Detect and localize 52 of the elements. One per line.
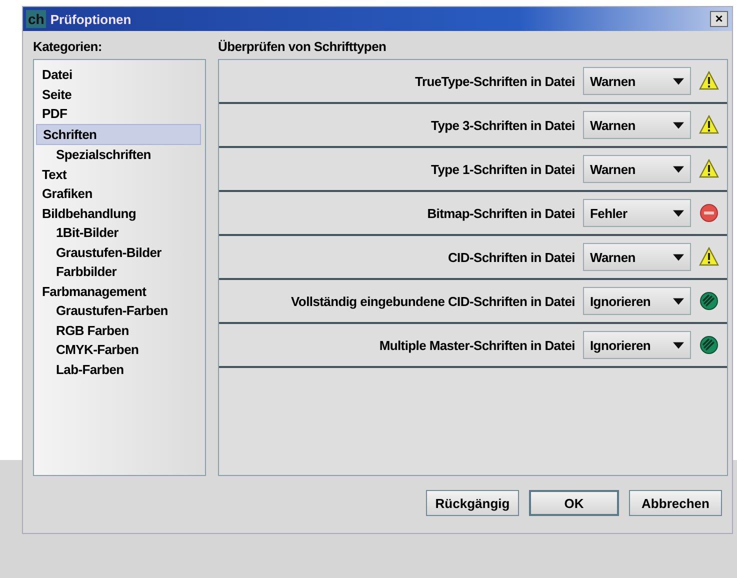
tree-item[interactable]: Lab-Farben bbox=[36, 360, 201, 379]
tree-item[interactable]: Spezialschriften bbox=[36, 145, 201, 164]
tree-item[interactable]: Farbmanagement bbox=[36, 282, 201, 301]
tree-item[interactable]: Graustufen-Farben bbox=[36, 301, 201, 320]
warning-icon bbox=[699, 159, 719, 179]
caret-icon bbox=[673, 78, 684, 84]
caret-icon bbox=[673, 254, 684, 260]
tree-item[interactable]: Schriften bbox=[36, 124, 201, 145]
option-label: Type 1-Schriften in Datei bbox=[431, 162, 575, 176]
tree-item[interactable]: 1Bit-Bilder bbox=[36, 223, 201, 242]
warning-icon bbox=[699, 71, 719, 91]
option-label: Multiple Master-Schriften in Datei bbox=[379, 338, 575, 352]
tree-item[interactable]: CMYK-Farben bbox=[36, 340, 201, 360]
tree-item[interactable]: Text bbox=[36, 164, 201, 184]
warning-icon bbox=[699, 247, 719, 267]
option-label: Bitmap-Schriften in Datei bbox=[427, 206, 575, 220]
caret-icon bbox=[673, 122, 684, 128]
warning-icon bbox=[699, 115, 719, 135]
option-label: CID-Schriften in Datei bbox=[448, 250, 575, 264]
tree-item[interactable]: Grafiken bbox=[36, 184, 201, 204]
sidebar-heading: Kategorien: bbox=[33, 38, 103, 56]
caret-icon bbox=[673, 342, 684, 348]
dropdown[interactable]: Ignorieren bbox=[583, 331, 691, 359]
panel-heading: Überprüfen von Schrifttypen bbox=[218, 38, 388, 56]
close-button[interactable]: × bbox=[710, 11, 728, 27]
caret-icon bbox=[673, 298, 684, 304]
dropdown[interactable]: Warnen bbox=[583, 111, 691, 139]
dialog-button[interactable]: Abbrechen bbox=[629, 490, 722, 516]
dropdown[interactable]: Fehler bbox=[583, 199, 691, 227]
option-label: Vollständig eingebundene CID-Schriften in Datei bbox=[291, 294, 575, 308]
dropdown[interactable]: Warnen bbox=[583, 155, 691, 183]
tree-item[interactable]: Bildbehandlung bbox=[36, 204, 201, 223]
tree-item[interactable]: Seite bbox=[36, 84, 201, 104]
striped-circle-icon bbox=[699, 291, 719, 311]
app-logo: ch bbox=[26, 10, 46, 28]
dropdown[interactable]: Warnen bbox=[583, 67, 691, 95]
stop-icon bbox=[699, 203, 719, 223]
tree-item[interactable]: RGB Farben bbox=[36, 320, 201, 340]
tree-item[interactable]: PDF bbox=[36, 104, 201, 124]
tree-item[interactable]: Graustufen-Bilder bbox=[36, 242, 201, 262]
caret-icon bbox=[673, 210, 684, 216]
caret-icon bbox=[673, 166, 684, 172]
tree-item[interactable]: Farbbilder bbox=[36, 262, 201, 282]
option-label: TrueType-Schriften in Datei bbox=[415, 74, 575, 88]
dropdown[interactable]: Ignorieren bbox=[583, 287, 691, 315]
option-label: Type 3-Schriften in Datei bbox=[431, 118, 575, 132]
dropdown[interactable]: Warnen bbox=[583, 243, 691, 271]
tree-item[interactable]: Datei bbox=[36, 65, 201, 84]
window-title: Prüfoptionen bbox=[50, 12, 132, 26]
dialog-button[interactable]: OK bbox=[529, 490, 619, 516]
striped-circle-icon bbox=[699, 335, 719, 355]
dialog-button[interactable]: Rückgängig bbox=[426, 490, 519, 516]
